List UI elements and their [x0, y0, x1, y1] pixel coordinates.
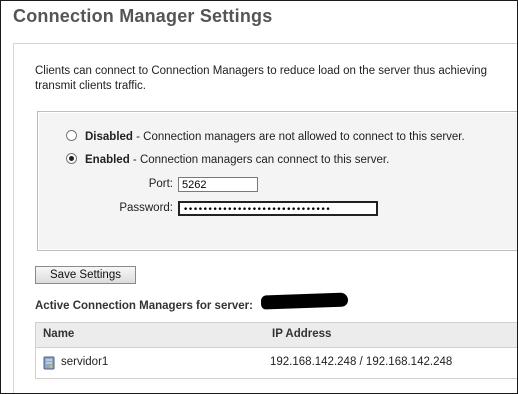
save-settings-button[interactable]: Save Settings [35, 266, 136, 284]
intro-line-2: transmit clients traffic. [35, 80, 146, 92]
table-row: servidor1 192.168.142.248 / 192.168.142.… [36, 348, 517, 378]
disabled-description: - Connection managers are not allowed to… [132, 131, 465, 143]
password-input[interactable]: •••••••••••••••••••••••••••••• [178, 201, 378, 216]
password-label: Password: [119, 202, 173, 214]
table-header: Name IP Address [36, 323, 517, 348]
active-managers-heading: Active Connection Managers for server: [35, 300, 253, 312]
enabled-description: - Connection managers can connect to thi… [129, 154, 390, 166]
redacted-server-name [260, 292, 349, 310]
row-name: servidor1 [61, 356, 109, 368]
intro-line-1: Clients can connect to Connection Manage… [35, 65, 487, 77]
page-title: Connection Manager Settings [13, 6, 273, 26]
enabled-radio[interactable] [66, 153, 77, 165]
settings-box: Disabled - Connection managers are not a… [37, 111, 517, 251]
column-ip-address: IP Address [272, 328, 332, 340]
enabled-option[interactable]: Enabled - Connection managers can connec… [66, 153, 390, 166]
window-frame: Connection Manager Settings Clients can … [0, 0, 518, 394]
settings-content: Clients can connect to Connection Manage… [13, 43, 517, 393]
server-icon [43, 356, 55, 370]
port-label: Port: [148, 178, 173, 190]
disabled-option[interactable]: Disabled - Connection managers are not a… [66, 130, 465, 143]
disabled-label: Disabled [85, 131, 133, 143]
column-name: Name [43, 328, 75, 340]
port-input[interactable]: 5262 [178, 177, 258, 192]
enabled-label: Enabled [85, 154, 130, 166]
row-ip-address: 192.168.142.248 / 192.168.142.248 [270, 356, 453, 368]
active-managers-table: Name IP Address servidor1 192.168.142.24… [35, 322, 517, 379]
disabled-radio[interactable] [66, 130, 77, 142]
intro-text: Clients can connect to Connection Manage… [35, 64, 517, 94]
